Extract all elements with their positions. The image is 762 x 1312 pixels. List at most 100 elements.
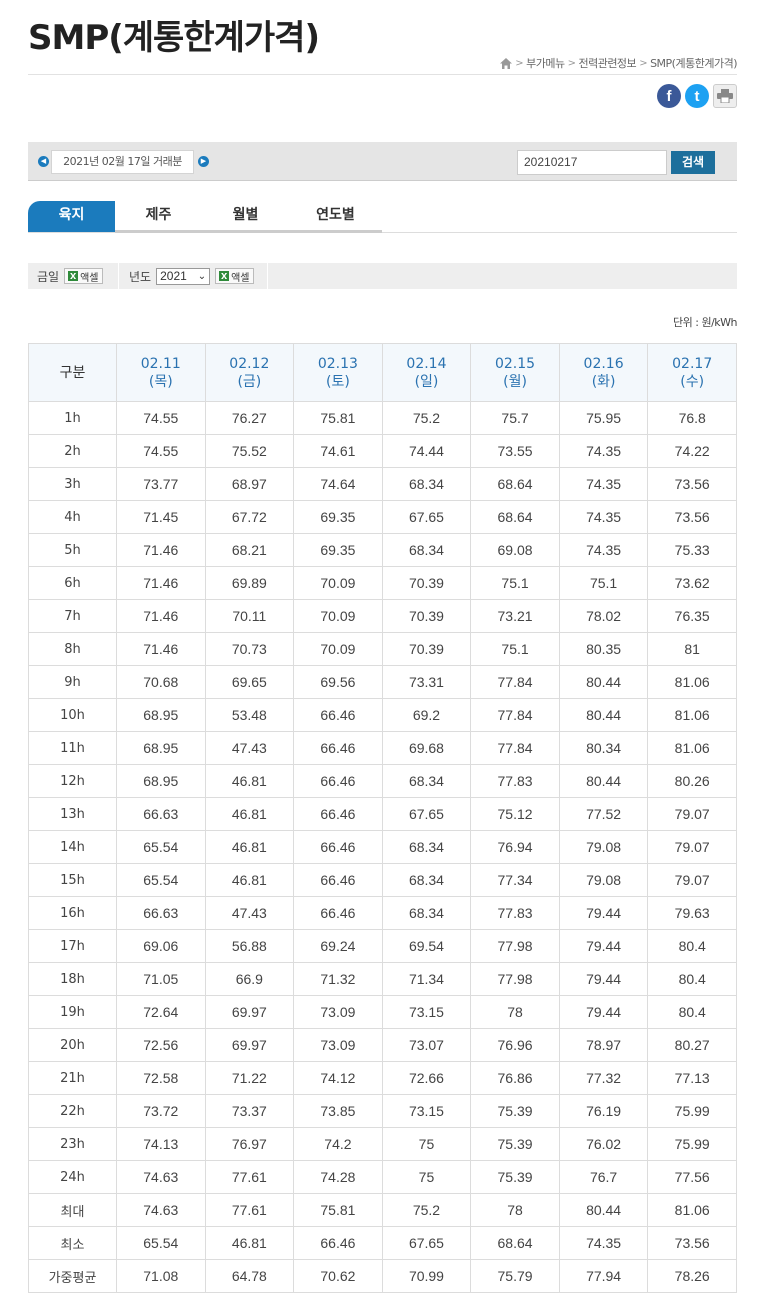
- today-excel-button[interactable]: 액셀: [64, 268, 103, 284]
- prev-day-icon[interactable]: ◀: [38, 156, 49, 167]
- year-excel-group: 년도 2021 ⌄ 액셀: [129, 263, 254, 289]
- facebook-icon[interactable]: f: [657, 84, 681, 108]
- price-cell: 71.45: [116, 500, 206, 534]
- table-row: 가중평균 71.08 64.78 70.62 70.99 75.79 77.94 78.26: [28, 1259, 737, 1293]
- table-row: 2h 74.55 75.52 74.61 74.44 73.55 74.35 74.22: [28, 434, 737, 468]
- price-cell: 66.63: [116, 896, 206, 930]
- price-cell: 66.46: [293, 764, 383, 798]
- price-cell: 69.89: [204, 566, 295, 600]
- table-row: 15h 65.54 46.81 66.46 68.34 77.34 79.08 79.07: [28, 863, 737, 897]
- title-divider: [28, 74, 737, 75]
- price-cell: 75.99: [647, 1094, 737, 1128]
- price-cell: 74.22: [647, 434, 737, 468]
- price-cell: 66.46: [293, 830, 383, 864]
- price-cell: 74.35: [558, 467, 649, 501]
- row-label: 14h: [28, 830, 117, 864]
- price-cell: 80.26: [647, 764, 737, 798]
- price-cell: 66.46: [293, 698, 383, 732]
- column-header-date: 02.15 (월): [470, 343, 560, 402]
- price-cell: 69.35: [293, 533, 383, 567]
- price-cell: 74.55: [116, 401, 206, 435]
- price-cell: 66.46: [293, 863, 383, 897]
- price-cell: 69.56: [293, 665, 383, 699]
- price-cell: 73.72: [116, 1094, 206, 1128]
- price-cell: 73.56: [647, 500, 737, 534]
- price-cell: 75.95: [558, 401, 649, 435]
- row-label: 15h: [28, 863, 117, 897]
- price-cell: 67.65: [381, 1226, 472, 1260]
- price-cell: 74.2: [293, 1127, 383, 1161]
- table-row: 22h 73.72 73.37 73.85 73.15 75.39 76.19 75.99: [28, 1094, 737, 1128]
- column-header-date: 02.16 (화): [558, 343, 649, 402]
- table-row: 23h 74.13 76.97 74.2 75 75.39 76.02 75.99: [28, 1127, 737, 1161]
- price-cell: 75.39: [470, 1127, 560, 1161]
- year-select[interactable]: 2021 ⌄: [156, 267, 211, 285]
- price-cell: 76.8: [647, 401, 737, 435]
- price-cell: 74.13: [116, 1127, 206, 1161]
- print-icon[interactable]: [713, 84, 737, 108]
- breadcrumb-item[interactable]: 전력관련정보: [578, 55, 636, 71]
- divider: [267, 263, 268, 289]
- row-label: 11h: [28, 731, 117, 765]
- search-button[interactable]: 검색: [671, 151, 715, 174]
- smp-table: 구분 02.11 (목) 02.12 (금) 02.13 (토) 02.14 (일) 0…: [28, 343, 737, 1293]
- price-cell: 80.4: [647, 962, 737, 996]
- price-cell: 71.46: [116, 566, 206, 600]
- row-label: 23h: [28, 1127, 117, 1161]
- price-cell: 65.54: [116, 863, 206, 897]
- price-cell: 75.39: [470, 1094, 560, 1128]
- price-cell: 77.98: [470, 929, 560, 963]
- tab-mainland[interactable]: 육지: [28, 201, 115, 232]
- table-row: 최대 74.63 77.61 75.81 75.2 78 80.44 81.06: [28, 1193, 737, 1227]
- price-cell: 75.2: [381, 401, 472, 435]
- excel-icon: [68, 271, 79, 281]
- price-cell: 74.35: [558, 533, 649, 567]
- year-excel-button[interactable]: 액셀: [215, 268, 254, 284]
- breadcrumb-item[interactable]: 부가메뉴: [526, 55, 565, 71]
- row-label: 22h: [28, 1094, 117, 1128]
- row-label: 5h: [28, 533, 117, 567]
- price-cell: 46.81: [204, 863, 295, 897]
- tab-jeju[interactable]: 제주: [115, 201, 202, 231]
- price-cell: 74.12: [293, 1061, 383, 1095]
- price-cell: 78.97: [558, 1028, 649, 1062]
- price-cell: 69.68: [381, 731, 472, 765]
- price-cell: 69.65: [204, 665, 295, 699]
- price-cell: 66.46: [293, 731, 383, 765]
- row-label: 17h: [28, 929, 117, 963]
- price-cell: 79.07: [647, 830, 737, 864]
- price-cell: 74.64: [293, 467, 383, 501]
- row-label: 12h: [28, 764, 117, 798]
- price-cell: 76.7: [558, 1160, 649, 1194]
- table-row: 5h 71.46 68.21 69.35 68.34 69.08 74.35 75.33: [28, 533, 737, 567]
- price-cell: 77.61: [204, 1160, 295, 1194]
- price-cell: 75.12: [470, 797, 560, 831]
- table-row: 6h 71.46 69.89 70.09 70.39 75.1 75.1 73.62: [28, 566, 737, 600]
- tab-yearly[interactable]: 연도별: [289, 201, 382, 231]
- price-cell: 73.21: [470, 599, 560, 633]
- column-header-date: 02.13 (토): [293, 343, 383, 402]
- price-cell: 65.54: [116, 830, 206, 864]
- price-cell: 75: [381, 1160, 472, 1194]
- price-cell: 70.11: [204, 599, 295, 633]
- twitter-icon[interactable]: t: [685, 84, 709, 108]
- divider: [118, 263, 119, 289]
- row-label: 2h: [28, 434, 117, 468]
- next-day-icon[interactable]: ▶: [198, 156, 209, 167]
- price-cell: 73.55: [470, 434, 560, 468]
- row-label: 21h: [28, 1061, 117, 1095]
- price-cell: 71.08: [116, 1259, 206, 1293]
- header-day: (월): [503, 373, 527, 390]
- tab-monthly[interactable]: 월별: [202, 201, 289, 231]
- table-row: 7h 71.46 70.11 70.09 70.39 73.21 78.02 76.35: [28, 599, 737, 633]
- price-cell: 77.13: [647, 1061, 737, 1095]
- price-cell: 80.35: [558, 632, 649, 666]
- price-cell: 77.32: [558, 1061, 649, 1095]
- table-row: 16h 66.63 47.43 66.46 68.34 77.83 79.44 79.63: [28, 896, 737, 930]
- breadcrumb-item[interactable]: SMP(계통한계가격): [650, 55, 737, 71]
- price-cell: 74.35: [558, 500, 649, 534]
- header-day: (화): [591, 373, 616, 390]
- table-row: 9h 70.68 69.65 69.56 73.31 77.84 80.44 81.06: [28, 665, 737, 699]
- date-search-input[interactable]: 20210217: [517, 150, 667, 175]
- home-icon[interactable]: [500, 57, 513, 69]
